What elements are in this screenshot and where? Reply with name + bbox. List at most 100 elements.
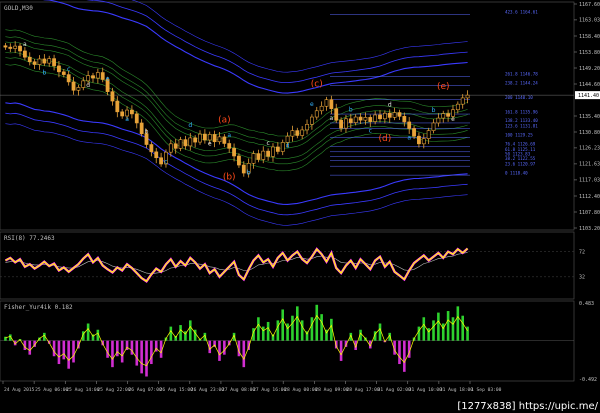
candle-body — [115, 100, 120, 113]
fib-level-label: 200 1140.10 — [505, 95, 533, 100]
fib-level-label: 161.8 1135.96 — [505, 109, 538, 114]
candle-body — [188, 137, 193, 147]
candle-body — [266, 150, 271, 157]
fib-level-label: 238.2 1144.24 — [505, 80, 538, 85]
wave-label-minor: c — [369, 128, 372, 135]
candle-body — [412, 128, 416, 137]
candle-body — [256, 153, 261, 160]
wave-label-major: (b) — [223, 173, 236, 183]
candle-body — [13, 45, 18, 49]
candle-body — [431, 122, 436, 131]
time-tick-label: 28 Aug 17:00 — [346, 387, 379, 393]
candle-body — [465, 94, 470, 99]
candle-body — [295, 130, 300, 136]
fib-level-label: 0 1118.40 — [505, 170, 528, 175]
fib-level-label: 38.2 1122.55 — [505, 156, 536, 161]
chart-background — [0, 0, 600, 413]
wave-label-minor: d — [286, 142, 290, 149]
candle-body — [373, 114, 378, 122]
candle-body — [47, 58, 52, 64]
price-tick-label: 1103.20 — [579, 226, 600, 232]
candle-body — [193, 137, 198, 143]
candle-body — [305, 124, 309, 131]
fib-level-label: 23.6 1120.97 — [505, 161, 536, 166]
candle-body — [280, 142, 285, 152]
candle-body — [22, 50, 27, 58]
candle-body — [8, 46, 13, 49]
price-tick-label: 1167.60 — [579, 2, 600, 8]
price-tick-label: 1144.60 — [579, 82, 600, 88]
candle-body — [344, 118, 348, 129]
time-tick-label: 31 Aug 02:00 — [378, 387, 411, 393]
price-tick-label: 1130.80 — [579, 130, 600, 136]
watermark-text: [1277x838] https://upic.me/ — [457, 401, 598, 412]
candle-body — [18, 45, 22, 52]
wave-label-minor: c — [164, 158, 167, 165]
candle-body — [57, 65, 61, 73]
price-tick-label: 1149.20 — [579, 66, 600, 72]
candle-body — [149, 144, 154, 153]
candle-body — [173, 143, 178, 149]
candle-body — [407, 121, 412, 129]
candle-body — [212, 134, 217, 143]
candle-body — [178, 139, 183, 149]
candle-body — [27, 56, 32, 63]
wave-label-minor: b — [432, 107, 436, 114]
candle-body — [329, 99, 334, 109]
candle-body — [241, 164, 246, 174]
time-tick-label: 1 Sep 03:00 — [471, 387, 502, 393]
candle-body — [42, 58, 47, 64]
candle-body — [387, 112, 392, 118]
candle-body — [110, 91, 115, 102]
wave-label-major: (e) — [437, 82, 450, 92]
price-tick-label: 1153.80 — [579, 50, 600, 56]
candle-body — [368, 117, 373, 122]
price-tick-label: 1163.03 — [579, 18, 600, 24]
price-tick-label: 1107.80 — [579, 210, 600, 216]
candle-body — [441, 113, 446, 119]
time-tick-label: 31 Aug 18:00 — [440, 387, 473, 393]
wave-label-minor: e — [106, 76, 110, 83]
rsi-title: RSI(8) 77.2463 — [4, 235, 55, 242]
wave-label-minor: a — [407, 135, 411, 142]
candle-body — [334, 108, 339, 121]
current-price-label: 1141.40 — [578, 93, 599, 99]
candle-body — [310, 116, 314, 125]
candle-body — [183, 139, 188, 147]
chart-window: 423.6 1164.61 261.8 1146.78 238.2 1144.24 2… — [0, 0, 600, 413]
candle-body — [455, 103, 460, 111]
wave-label-minor: a — [125, 116, 129, 123]
wave-label-major: (a) — [218, 116, 231, 126]
candle-body — [168, 143, 173, 153]
candle-body — [436, 117, 441, 124]
wave-label-minor: b — [42, 69, 46, 76]
time-tick-label: 25 Aug 06:00 — [35, 387, 68, 393]
candle-body — [363, 117, 368, 121]
candle-body — [417, 135, 421, 145]
candle-body — [382, 112, 387, 120]
wave-label-minor: a — [330, 115, 334, 122]
candle-body — [271, 146, 275, 157]
candle-body — [207, 134, 212, 141]
wave-label-minor: e — [451, 116, 455, 123]
candle-body — [125, 109, 129, 117]
wave-label-minor: d — [86, 82, 90, 89]
time-tick-label: 28 Aug 00:00 — [284, 387, 317, 393]
candle-body — [339, 119, 343, 129]
fib-level-label: 76.4 1126.69 — [505, 141, 536, 146]
candle-body — [95, 72, 100, 79]
price-tick-label: 1121.63 — [579, 162, 600, 168]
candle-body — [134, 113, 139, 124]
time-tick-label: 26 Aug 07:00 — [129, 387, 162, 393]
candle-body — [314, 110, 319, 118]
time-tick-label: 25 Aug 22:00 — [97, 387, 130, 393]
candle-body — [392, 112, 397, 118]
candle-body — [232, 148, 236, 157]
candle-body — [353, 116, 358, 123]
candle-body — [159, 157, 163, 165]
candle-body — [32, 61, 37, 65]
wave-label-minor: d — [188, 122, 192, 129]
wave-label-major: (c) — [311, 79, 323, 89]
wave-label-minor: e — [208, 141, 212, 148]
candle-body — [217, 136, 222, 143]
